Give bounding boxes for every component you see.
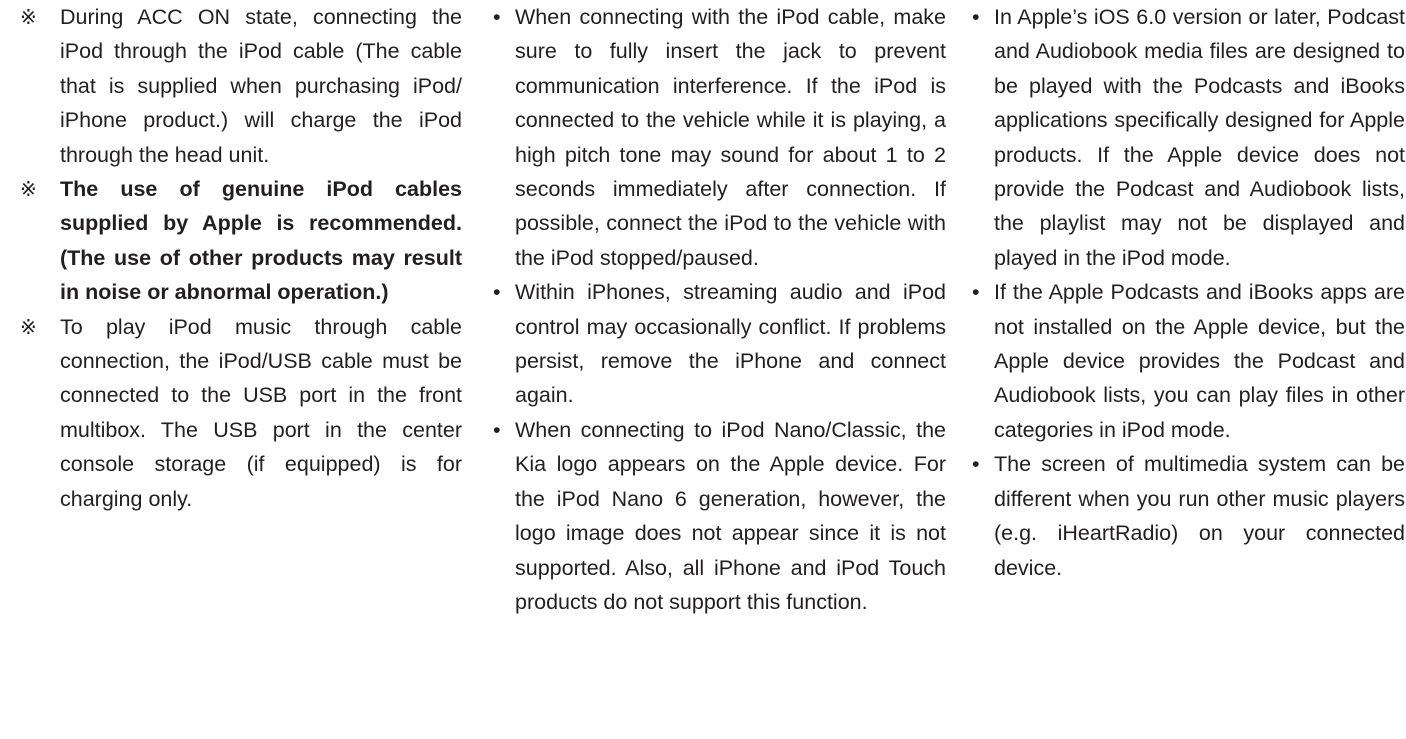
bullet-icon: • — [493, 417, 501, 442]
manual-page: ※ During ACC ON state, connecting the iP… — [0, 0, 1406, 739]
note-mark-icon: ※ — [20, 5, 37, 29]
bullet-text: Within iPhones, streaming audio and iPod… — [515, 280, 946, 408]
bullet-item: • If the Apple Podcasts and iBooks apps … — [965, 275, 1405, 447]
bullet-list: • When connecting with the iPod cable, m… — [486, 0, 946, 619]
bullet-icon: • — [972, 280, 980, 305]
note-item: ※ During ACC ON state, connecting the iP… — [20, 0, 462, 172]
bullet-icon: • — [493, 5, 501, 29]
bullet-item: • The screen of multimedia system can be… — [965, 447, 1405, 585]
bullet-list: • In Apple’s iOS 6.0 version or later, P… — [965, 0, 1405, 585]
note-item: ※ To play iPod music through cable conne… — [20, 310, 462, 516]
bullet-item: • Within iPhones, streaming audio and iP… — [486, 275, 946, 413]
bullet-item: • When connecting to iPod Nano/Classic, … — [486, 413, 946, 619]
note-list: ※ During ACC ON state, connecting the iP… — [20, 0, 462, 516]
note-text: To play iPod music through cable connect… — [60, 314, 462, 511]
note-mark-icon: ※ — [20, 177, 37, 202]
right-column: • In Apple’s iOS 6.0 version or later, P… — [965, 0, 1405, 585]
bullet-item: • When connecting with the iPod cable, m… — [486, 0, 946, 275]
notes-column: ※ During ACC ON state, connecting the iP… — [20, 0, 462, 516]
bullet-icon: • — [972, 452, 980, 477]
middle-column: • When connecting with the iPod cable, m… — [486, 0, 946, 619]
bullet-text: The screen of multimedia system can be d… — [994, 452, 1405, 580]
bullet-text: When connecting with the iPod cable, mak… — [515, 5, 946, 270]
bullet-item: • In Apple’s iOS 6.0 version or later, P… — [965, 0, 1405, 275]
note-text: The use of genuine iPod cables supplied … — [60, 177, 462, 305]
bullet-icon: • — [493, 280, 501, 305]
bullet-text: When connecting to iPod Nano/Classic, th… — [515, 417, 946, 614]
bullet-icon: • — [972, 5, 980, 29]
note-item-bold: ※ The use of genuine iPod cables supplie… — [20, 172, 462, 310]
bullet-text: If the Apple Podcasts and iBooks apps ar… — [994, 280, 1405, 442]
note-mark-icon: ※ — [20, 314, 37, 339]
bullet-text: In Apple’s iOS 6.0 version or later, Pod… — [994, 5, 1405, 270]
note-text: During ACC ON state, connecting the iPod… — [60, 5, 462, 167]
